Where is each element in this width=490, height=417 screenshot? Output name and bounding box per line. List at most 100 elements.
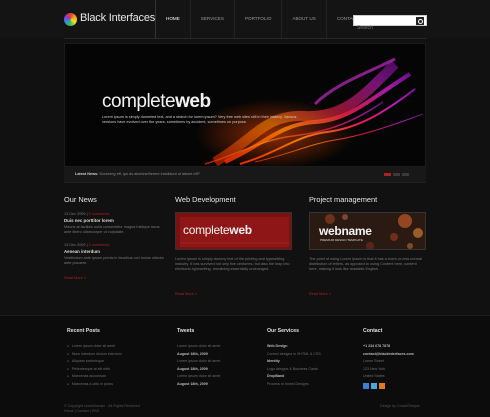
tweet-date-text: August 18th, 2009	[177, 366, 208, 371]
our-news-section: Our News 13 Dec 2009 | 5 comments Duis n…	[64, 195, 164, 284]
news-comments[interactable]: 5 comments	[89, 212, 110, 216]
search-box	[353, 15, 427, 33]
nav-home[interactable]: HOME	[155, 0, 190, 38]
slide-dot-3[interactable]	[402, 173, 409, 176]
news-title[interactable]: Aenean interdum	[64, 249, 164, 254]
recent-post-link[interactable]: Nunc interdum dictum interdum	[67, 351, 122, 359]
our-news-heading: Our News	[64, 195, 97, 204]
header: Black Interfaces HOME SERVICES PORTFOLIO…	[0, 0, 490, 38]
web-development-section: Web Development completeweb Lorem Ipsum …	[175, 195, 295, 305]
social-icons	[363, 382, 414, 389]
search-icon[interactable]	[416, 17, 424, 25]
service-title[interactable]: Identity	[267, 358, 321, 366]
contact-heading: Contact	[363, 328, 383, 334]
news-item: 13 Dec 2009 | 2 comments Aenean interdum…	[64, 243, 164, 266]
web-dev-text: Lorem Ipsum is simply dummy text of the …	[175, 257, 290, 272]
slide-dot-1[interactable]	[384, 173, 391, 176]
news-date-text: 13 Dec 2009	[64, 243, 86, 247]
latest-news-text[interactable]: Donizeng eff, qui do alumine/berere inci…	[99, 172, 199, 176]
tweet-text[interactable]: Lorem ipsum dolor sit amet	[177, 358, 220, 366]
recent-post-link[interactable]: Aliquam scelerisque	[67, 358, 122, 366]
web-dev-thumb-bold: web	[229, 223, 252, 237]
tweet-date-text: August 18th, 2009	[177, 351, 208, 356]
contact-address: Lorem Street	[363, 359, 384, 363]
news-read-more-link[interactable]: Read More »	[64, 276, 86, 280]
service-title-text: DropBand	[267, 374, 285, 378]
service-title[interactable]: Web Design	[267, 343, 321, 351]
contact-phone: +1 234 678 7878	[363, 343, 414, 351]
hero-title-bold: web	[175, 91, 211, 112]
project-read-more-link[interactable]: Read More »	[309, 292, 331, 296]
latest-news-bar: Latest News: Donizeng eff, qui do alumin…	[64, 167, 426, 183]
service-title[interactable]: DropBand	[267, 373, 321, 381]
main-nav: HOME SERVICES PORTFOLIO ABOUT US CONTACT…	[155, 0, 376, 38]
facebook-icon[interactable]	[363, 382, 369, 389]
logo-icon[interactable]	[64, 13, 77, 26]
slide-dot-2[interactable]	[393, 173, 400, 176]
contact-phone-text: +1 234 678 7878	[363, 344, 391, 348]
news-comments[interactable]: 2 comments	[89, 243, 110, 247]
service-title-text: Web Design	[267, 344, 288, 348]
tweets-heading: Tweets	[177, 328, 195, 334]
hero-banner: completeweb Lorem ipsum is simply dummie…	[64, 43, 426, 167]
web-dev-read-more-link[interactable]: Read More »	[175, 292, 197, 296]
tweet-date: August 18th, 2009	[177, 381, 220, 389]
search-input[interactable]	[354, 23, 414, 33]
recent-post-link[interactable]: Maecenas a odio in purus	[67, 381, 122, 389]
nav-about[interactable]: ABOUT US	[281, 0, 325, 38]
design-credit[interactable]: Design by CrowdSharpie	[380, 404, 420, 408]
hero-title-light: complete	[102, 91, 176, 112]
project-thumb-title: webname	[319, 224, 372, 238]
tweet-date: August 18th, 2009	[177, 351, 220, 359]
recent-post-link[interactable]: Pellentesque at elit nibh	[67, 366, 122, 374]
header-divider	[64, 38, 426, 39]
web-dev-thumbnail[interactable]: completeweb	[175, 212, 292, 250]
twitter-icon[interactable]	[371, 382, 377, 389]
web-dev-heading: Web Development	[175, 195, 236, 204]
rss-icon[interactable]	[379, 382, 385, 389]
service-desc: Logo designs & Business Cards	[267, 366, 318, 371]
tweet-date-text: August 18th, 2009	[177, 381, 208, 386]
project-text: The point of using Lorem Ipsum is that i…	[309, 257, 422, 272]
service-title-text: Identity	[267, 359, 280, 363]
contact-email[interactable]: contact@blackinterfaces.com	[363, 351, 414, 359]
news-date: 13 Dec 2009 | 5 comments	[64, 212, 110, 216]
brand-name[interactable]: Black Interfaces	[80, 12, 155, 24]
recent-post-link[interactable]: Maecenas accumsan	[67, 373, 122, 381]
news-date: 13 Dec 2009 | 2 comments	[64, 243, 110, 247]
web-dev-thumb-light: complete	[183, 223, 230, 237]
tweet-text[interactable]: Lorem ipsum dolor sit amet	[177, 373, 220, 381]
contact: Contact +1 234 678 7878 contact@blackint…	[363, 328, 414, 389]
recent-posts-heading: Recent Posts	[67, 328, 100, 334]
web-dev-thumb-title: completeweb	[183, 223, 252, 237]
project-management-section: Project management webname PREMIUM DESIG…	[309, 195, 429, 305]
contact-email-text: contact@blackinterfaces.com	[363, 351, 414, 356]
tweet-date: August 18th, 2009	[177, 366, 220, 374]
our-services: Our Services Web Design Correct designs …	[267, 328, 321, 388]
footer-links[interactable]: Home | Contact | RSS	[64, 409, 174, 414]
recent-posts: Recent Posts Lorem ipsum dolor sit amet …	[67, 328, 122, 388]
contact-address: United States	[363, 374, 385, 378]
slider-pager	[384, 173, 409, 176]
project-heading: Project management	[309, 195, 378, 204]
contact-address: 123 New York	[363, 366, 386, 371]
tweets: Tweets Lorem ipsum dolor sit amet August…	[177, 328, 220, 388]
footer: Recent Posts Lorem ipsum dolor sit amet …	[0, 315, 490, 417]
service-desc: Correct designs in XHTML & CSS	[267, 351, 321, 356]
nav-portfolio[interactable]: PORTFOLIO	[233, 0, 281, 38]
news-title[interactable]: Duis nec porttitor lorem	[64, 218, 164, 223]
latest-news-label: Latest News:	[75, 172, 99, 176]
project-thumbnail[interactable]: webname PREMIUM DESIGN TEMPLATE	[309, 212, 426, 250]
news-text: Vestibulum ante ipsum primis in faucibus…	[64, 256, 164, 265]
copyright: © Copyright someDomain - All Rights Rese…	[64, 404, 174, 414]
news-text: Mauris at facilisis nulla consectetur ma…	[64, 225, 160, 234]
latest-news: Latest News: Donizeng eff, qui do alumin…	[75, 172, 200, 176]
news-date-text: 13 Dec 2009	[64, 212, 86, 216]
hero-description: Lorem ipsum is simply dummied text, and …	[102, 115, 297, 124]
news-item: 13 Dec 2009 | 5 comments Duis nec portti…	[64, 212, 164, 235]
services-heading: Our Services	[267, 328, 300, 334]
service-desc: Process to Invest Designs	[267, 381, 309, 386]
tweet-text[interactable]: Lorem ipsum dolor sit amet	[177, 343, 220, 351]
recent-post-link[interactable]: Lorem ipsum dolor sit amet	[67, 343, 122, 351]
nav-services[interactable]: SERVICES	[189, 0, 234, 38]
